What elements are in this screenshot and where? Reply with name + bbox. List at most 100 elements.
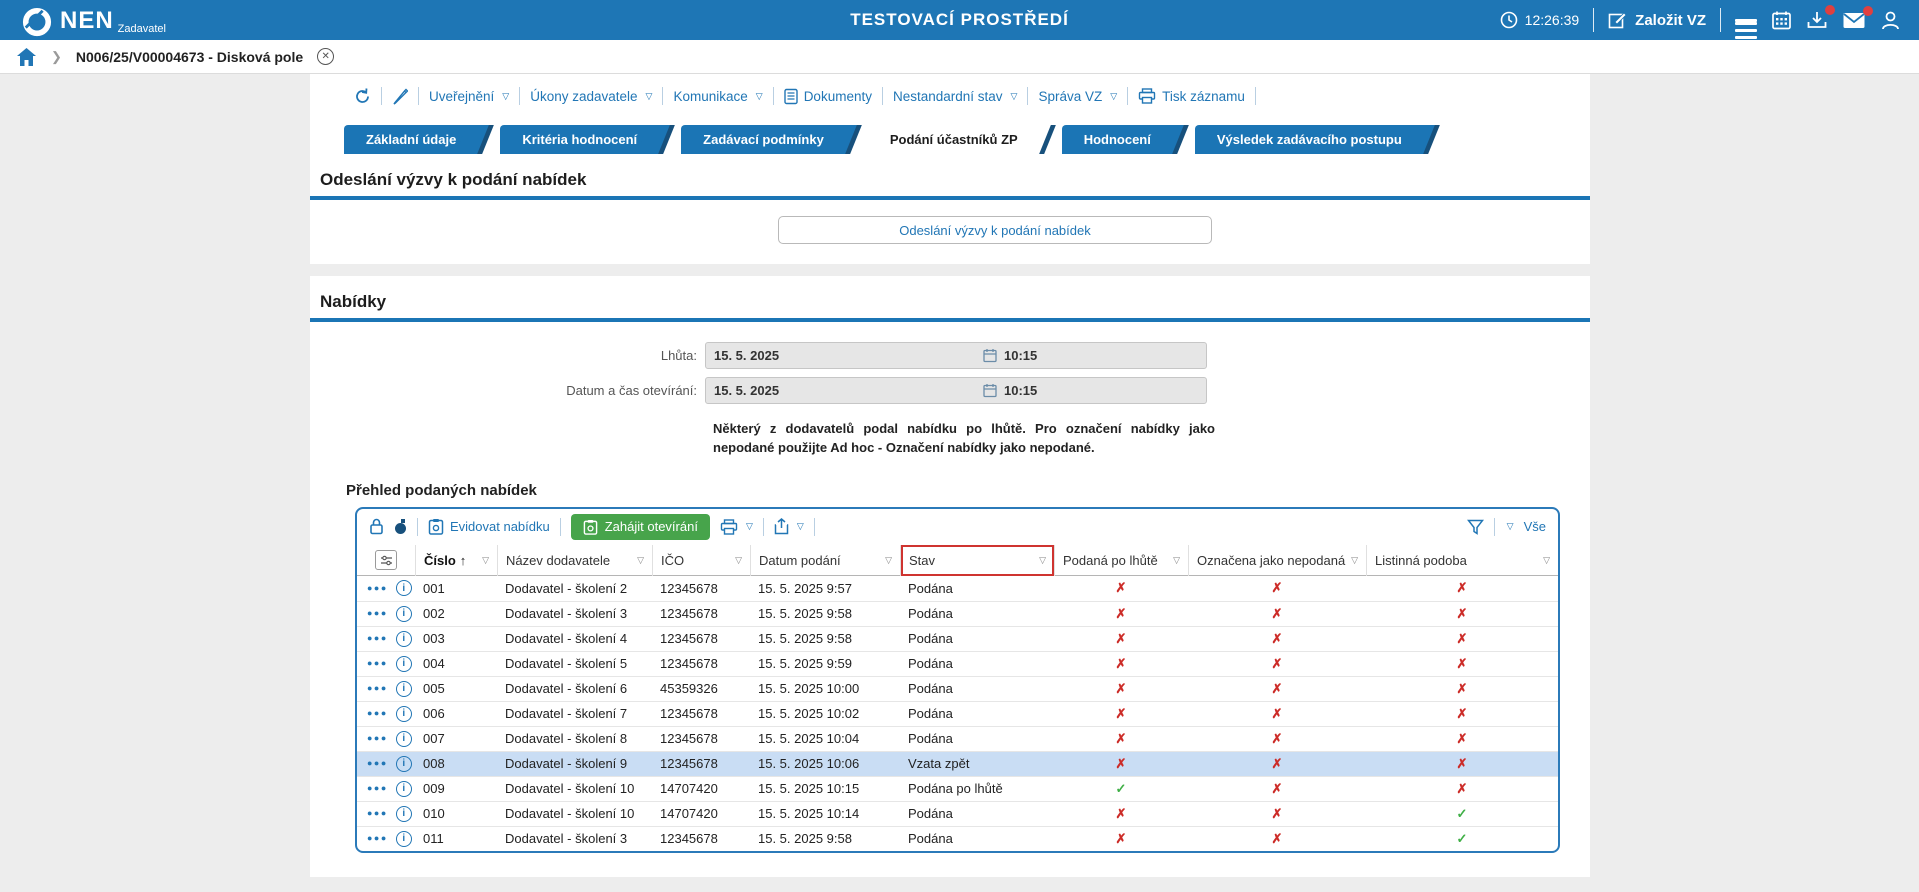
downloads-icon[interactable] (1806, 10, 1828, 31)
info-icon[interactable]: i (396, 656, 412, 672)
toolbar-item--kony-zadavatele[interactable]: Úkony zadavatele▽ (530, 89, 652, 104)
deadline-field[interactable]: 15. 5. 2025 10:15 (705, 342, 1207, 369)
row-menu-icon[interactable]: ●●● (367, 759, 388, 768)
menu-icon[interactable] (1735, 16, 1757, 25)
cell-nazev-dodavatele: Dodavatel - školení 10 (497, 781, 652, 796)
toolbar-item-komunikace[interactable]: Komunikace▽ (673, 89, 762, 104)
table-row[interactable]: ●●●i001Dodavatel - školení 21234567815. … (357, 576, 1558, 601)
row-menu-icon[interactable]: ●●● (367, 634, 388, 643)
cell-ico: 12345678 (652, 581, 750, 596)
export-button[interactable]: ▽ (774, 518, 804, 535)
row-menu-icon[interactable]: ●●● (367, 684, 388, 693)
filter-chevron-icon[interactable]: ▽ (735, 555, 742, 566)
row-menu-icon[interactable]: ●●● (367, 584, 388, 593)
cell-cislo: 011 (415, 831, 497, 846)
table-row[interactable]: ●●●i011Dodavatel - školení 31234567815. … (357, 826, 1558, 851)
row-menu-icon[interactable]: ●●● (367, 659, 388, 668)
row-menu-icon[interactable]: ●●● (367, 834, 388, 843)
refresh-button[interactable] (354, 88, 371, 105)
info-icon[interactable]: i (396, 781, 412, 797)
column-header-i-o[interactable]: IČO▽ (652, 545, 750, 576)
filter-icon[interactable] (1467, 519, 1484, 535)
tab-v-sledek-zad-vac-ho-postupu[interactable]: Výsledek zadávacího postupu (1195, 125, 1420, 154)
cell-nazev-dodavatele: Dodavatel - školení 3 (497, 831, 652, 846)
opening-field[interactable]: 15. 5. 2025 10:15 (705, 377, 1207, 404)
table-row[interactable]: ●●●i006Dodavatel - školení 71234567815. … (357, 701, 1558, 726)
table-row[interactable]: ●●●i002Dodavatel - školení 31234567815. … (357, 601, 1558, 626)
home-icon[interactable] (16, 47, 37, 67)
filter-chevron-icon[interactable]: ▽ (1039, 555, 1046, 566)
user-icon[interactable] (1880, 10, 1901, 31)
close-record-icon[interactable]: ✕ (317, 48, 334, 65)
lock-icon[interactable] (369, 518, 384, 535)
info-icon[interactable]: i (396, 631, 412, 647)
send-invitation-button[interactable]: Odeslání výzvy k podání nabídek (778, 216, 1212, 244)
toolbar-item-spr-va-vz[interactable]: Správa VZ▽ (1038, 89, 1117, 104)
filter-chevron-icon[interactable]: ▽ (1351, 555, 1358, 566)
toolbar-item-dokumenty[interactable]: Dokumenty (784, 88, 872, 105)
info-icon[interactable]: i (396, 831, 412, 847)
mail-icon[interactable] (1842, 11, 1866, 30)
tab-hodnocen-[interactable]: Hodnocení (1062, 125, 1169, 154)
record-action-toolbar: Uveřejnění▽ Úkony zadavatele▽ Komunikace▽ D… (310, 74, 1590, 115)
calendar-small-icon (983, 383, 997, 398)
column-header--slo[interactable]: Číslo↑▽ (415, 545, 497, 576)
cross-icon: ✗ (1054, 756, 1188, 772)
column-header-ozna-ena-jako-nepodan-[interactable]: Označena jako nepodaná▽ (1188, 545, 1366, 576)
calendar-icon[interactable] (1771, 10, 1792, 31)
column-header-podan-po-lh-t-[interactable]: Podaná po lhůtě▽ (1054, 545, 1188, 576)
start-opening-button[interactable]: Zahájit otevírání (571, 514, 710, 540)
toolbar-item-uve-ejn-n-[interactable]: Uveřejnění▽ (429, 89, 509, 104)
tab-pod-n-astn-k-zp[interactable]: Podání účastníků ZP (868, 125, 1036, 154)
column-header-listinn-podoba[interactable]: Listinná podoba▽ (1366, 545, 1558, 576)
table-row[interactable]: ●●●i007Dodavatel - školení 81234567815. … (357, 726, 1558, 751)
row-menu-icon[interactable]: ●●● (367, 809, 388, 818)
filter-chevron-icon[interactable]: ▽ (637, 555, 644, 566)
tab-z-kladn-daje[interactable]: Základní údaje (344, 125, 474, 154)
table-row[interactable]: ●●●i003Dodavatel - školení 41234567815. … (357, 626, 1558, 651)
info-icon[interactable]: i (396, 606, 412, 622)
row-menu-icon[interactable]: ●●● (367, 784, 388, 793)
cell-nazev-dodavatele: Dodavatel - školení 2 (497, 581, 652, 596)
cell-ico: 12345678 (652, 606, 750, 621)
register-offer-button[interactable]: Evidovat nabídku (428, 518, 550, 535)
create-vz-button[interactable]: Založit VZ (1608, 11, 1706, 30)
column-settings-cell[interactable] (357, 545, 415, 576)
cell-cislo: 001 (415, 581, 497, 596)
table-row[interactable]: ●●●i010Dodavatel - školení 101470742015.… (357, 801, 1558, 826)
tab-zad-vac-podm-nky[interactable]: Zadávací podmínky (681, 125, 842, 154)
table-row[interactable]: ●●●i005Dodavatel - školení 64535932615. … (357, 676, 1558, 701)
print-table-button[interactable]: ▽ (720, 519, 753, 535)
filter-chevron-icon[interactable]: ▽ (1543, 555, 1550, 566)
toolbar-item-label: Dokumenty (804, 89, 872, 104)
column-header-stav[interactable]: Stav▽ (900, 545, 1054, 576)
info-icon[interactable]: i (396, 580, 412, 596)
pin-icon[interactable] (394, 518, 407, 535)
info-icon[interactable]: i (396, 731, 412, 747)
show-all-link[interactable]: Vše (1524, 519, 1546, 534)
tab-krit-ria-hodnocen-[interactable]: Kritéria hodnocení (500, 125, 655, 154)
column-header-n-zev-dodavatele[interactable]: Název dodavatele▽ (497, 545, 652, 576)
row-menu-icon[interactable]: ●●● (367, 709, 388, 718)
filter-chevron-icon[interactable]: ▽ (482, 555, 489, 566)
info-icon[interactable]: i (396, 806, 412, 822)
cross-icon: ✗ (1366, 706, 1558, 722)
row-menu-icon[interactable]: ●●● (367, 734, 388, 743)
info-icon[interactable]: i (396, 756, 412, 772)
toolbar-item-nestandardn-stav[interactable]: Nestandardní stav▽ (893, 89, 1017, 104)
chevron-down-icon[interactable]: ▽ (1507, 521, 1514, 532)
row-menu-icon[interactable]: ●●● (367, 609, 388, 618)
clock-icon (1500, 11, 1518, 29)
toolbar-item-tisk-z-znamu[interactable]: Tisk záznamu (1138, 88, 1245, 104)
info-icon[interactable]: i (396, 681, 412, 697)
table-row[interactable]: ●●●i008Dodavatel - školení 91234567815. … (357, 751, 1558, 776)
column-header-datum-pod-n-[interactable]: Datum podání▽ (750, 545, 900, 576)
filter-chevron-icon[interactable]: ▽ (1173, 555, 1180, 566)
cell-cislo: 008 (415, 756, 497, 771)
pencil-button[interactable] (392, 88, 408, 105)
table-row[interactable]: ●●●i009Dodavatel - školení 101470742015.… (357, 776, 1558, 801)
filter-chevron-icon[interactable]: ▽ (885, 555, 892, 566)
info-icon[interactable]: i (396, 706, 412, 722)
table-row[interactable]: ●●●i004Dodavatel - školení 51234567815. … (357, 651, 1558, 676)
chevron-down-icon: ▽ (502, 91, 509, 102)
